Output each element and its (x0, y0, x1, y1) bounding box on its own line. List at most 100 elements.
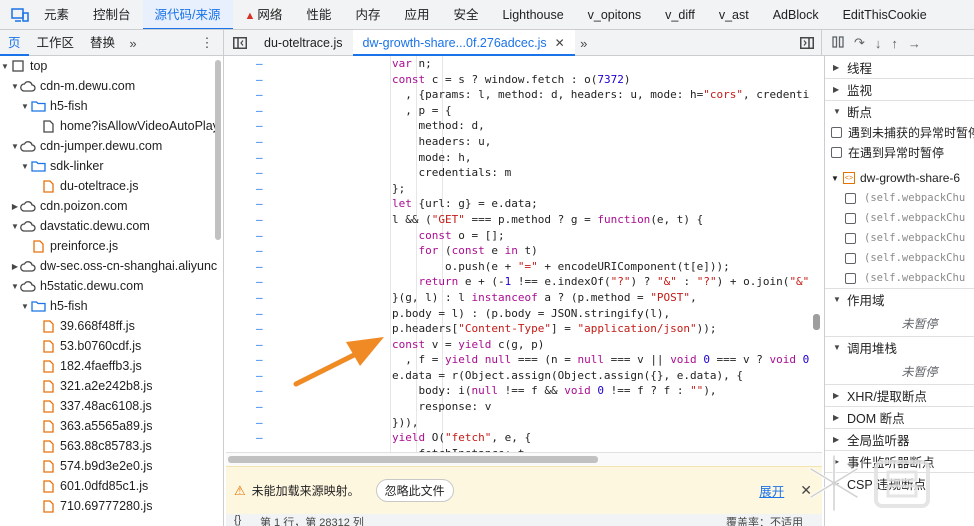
section-event-listener-breakpoints[interactable]: ▶ 事件监听器断点 (825, 450, 974, 472)
breakpoint-file[interactable]: ▼ <> dw-growth-share-6 (825, 168, 974, 188)
gutter-marker[interactable]: – (256, 72, 266, 88)
tree-item[interactable]: ▼ sdk-linker (0, 156, 223, 176)
toggle-debugger-icon[interactable] (793, 37, 821, 49)
tab-v-ast[interactable]: v_ast (707, 0, 761, 29)
tree-item[interactable]: 363.a5565a89.js (0, 416, 223, 436)
checkbox[interactable] (845, 272, 856, 284)
chevron-down-icon[interactable]: ▼ (10, 82, 20, 91)
gutter-marker[interactable]: – (256, 150, 266, 166)
tree-item[interactable]: 710.69777280.js (0, 496, 223, 516)
checkbox[interactable] (845, 232, 856, 244)
gutter-marker[interactable]: – (256, 118, 266, 134)
file-tab-du-oteltrace[interactable]: du-oteltrace.js (254, 30, 353, 56)
tree-item[interactable]: 182.4faeffb3.js (0, 356, 223, 376)
tab-network[interactable]: ▲ 网络 (233, 0, 295, 29)
section-global-listeners[interactable]: ▶ 全局监听器 (825, 428, 974, 450)
gutter-marker[interactable]: – (256, 399, 266, 415)
gutter-marker[interactable]: – (256, 430, 266, 446)
gutter-marker[interactable]: – (256, 87, 266, 103)
chevron-down-icon[interactable]: ▼ (20, 102, 30, 111)
checkbox[interactable] (845, 252, 856, 264)
pretty-print-icon[interactable]: {} (234, 514, 241, 526)
gutter-marker[interactable]: – (256, 228, 266, 244)
tree-item[interactable]: ▼ cdn-jumper.dewu.com (0, 136, 223, 156)
gutter-marker[interactable]: – (256, 337, 266, 353)
tree-item[interactable]: ▼ h5-fish (0, 96, 223, 116)
gutter-marker[interactable]: – (256, 259, 266, 275)
editor-vertical-scrollbar[interactable] (813, 314, 820, 330)
tree-item[interactable]: home?isAllowVideoAutoPlay (0, 116, 223, 136)
breakpoint-item[interactable]: (self.webpackChu (825, 228, 974, 248)
gutter-marker[interactable]: – (256, 243, 266, 259)
chevron-down-icon[interactable]: ▼ (10, 142, 20, 151)
gutter-marker[interactable]: – (256, 165, 266, 181)
gutter-marker[interactable]: – (256, 134, 266, 150)
tree-item[interactable]: ▼ h5static.dewu.com (0, 276, 223, 296)
tree-item[interactable]: 601.0dfd85c1.js (0, 476, 223, 496)
breakpoint-item[interactable]: (self.webpackChu (825, 248, 974, 268)
tab-console[interactable]: 控制台 (81, 0, 143, 29)
tab-application[interactable]: 应用 (392, 0, 441, 29)
gutter-marker[interactable]: – (256, 212, 266, 228)
section-watch[interactable]: ▶ 监视 (825, 78, 974, 100)
gutter-marker[interactable]: – (256, 196, 266, 212)
gutter-marker[interactable]: – (256, 352, 266, 368)
section-breakpoints[interactable]: ▼ 断点 (825, 100, 974, 122)
tab-v-opitons[interactable]: v_opitons (576, 0, 654, 29)
ignore-file-button[interactable]: 忽略此文件 (375, 479, 454, 502)
tab-overrides[interactable]: 替换 (82, 30, 123, 56)
tree-item[interactable]: 563.88c85783.js (0, 436, 223, 456)
section-callstack[interactable]: ▼ 调用堆栈 (825, 336, 974, 358)
checkbox[interactable] (831, 126, 842, 138)
step-out-icon[interactable]: ↑ (891, 36, 898, 51)
chevron-down-icon[interactable]: ▼ (20, 302, 30, 311)
section-dom-breakpoints[interactable]: ▶ DOM 断点 (825, 406, 974, 428)
tree-item[interactable]: 321.a2e242b8.js (0, 376, 223, 396)
tab-elements[interactable]: 元素 (32, 0, 81, 29)
gutter-marker[interactable]: – (256, 290, 266, 306)
gutter-marker[interactable]: – (256, 415, 266, 431)
tab-sources[interactable]: 源代码/来源 (142, 0, 233, 29)
checkbox[interactable] (831, 146, 842, 158)
checkbox[interactable] (845, 212, 856, 224)
file-tab-dw-growth-share[interactable]: dw-growth-share...0f.276adcec.js ✕ (352, 30, 575, 56)
toggle-navigator-icon[interactable] (226, 37, 254, 49)
expand-link[interactable]: 展开 (759, 481, 784, 500)
step-into-icon[interactable]: ↓ (875, 36, 882, 51)
chevron-down-icon[interactable]: ▼ (10, 282, 20, 291)
tree-item[interactable]: ▼ cdn-m.dewu.com (0, 76, 223, 96)
tab-adblock[interactable]: AdBlock (761, 0, 831, 29)
breakpoint-item[interactable]: (self.webpackChu (825, 188, 974, 208)
pause-uncaught-checkbox[interactable]: 遇到未捕获的异常时暂停 (825, 122, 974, 142)
gutter-marker[interactable]: – (256, 181, 266, 197)
tab-performance[interactable]: 性能 (294, 0, 343, 29)
tree-item[interactable]: ▼ h5-fish (0, 296, 223, 316)
section-xhr-breakpoints[interactable]: ▶ XHR/提取断点 (825, 384, 974, 406)
section-csp-breakpoints[interactable]: ▶ CSP 违规断点 (825, 472, 974, 494)
tree-item[interactable]: du-oteltrace.js (0, 176, 223, 196)
tree-item[interactable]: ▶ dw-sec.oss-cn-shanghai.aliyunc (0, 256, 223, 276)
tab-lighthouse[interactable]: Lighthouse (490, 0, 575, 29)
section-threads[interactable]: ▶ 线程 (825, 56, 974, 78)
pause-resume-icon[interactable] (832, 35, 844, 51)
code-editor[interactable]: – var n; – const c = s ? window.fetch : o(7… (226, 56, 822, 466)
chevron-right-icon[interactable]: ▶ (10, 202, 20, 211)
tree-item[interactable]: preinforce.js (0, 236, 223, 256)
tab-editthiscookie[interactable]: EditThisCookie (831, 0, 939, 29)
pause-caught-checkbox[interactable]: 在遇到异常时暂停 (825, 142, 974, 162)
navigator-scrollbar[interactable] (215, 60, 221, 240)
chevron-down-icon[interactable]: ▼ (20, 162, 30, 171)
step-over-icon[interactable]: ↷ (854, 35, 865, 51)
tree-item[interactable]: 53.b0760cdf.js (0, 336, 223, 356)
gutter-marker[interactable]: – (256, 56, 266, 72)
breakpoint-item[interactable]: (self.webpackChu (825, 268, 974, 288)
more-tabs-chevron-icon[interactable]: » (575, 36, 593, 51)
chevron-right-icon[interactable]: ▶ (10, 262, 20, 271)
gutter-marker[interactable]: – (256, 306, 266, 322)
close-icon[interactable]: ✕ (800, 482, 812, 499)
tab-workspace[interactable]: 工作区 (29, 30, 83, 56)
tree-item[interactable]: ▼ davstatic.dewu.com (0, 216, 223, 236)
close-icon[interactable]: ✕ (555, 30, 565, 56)
tree-item[interactable]: 39.668f48ff.js (0, 316, 223, 336)
more-tabs-chevron-icon[interactable]: » (123, 36, 143, 51)
